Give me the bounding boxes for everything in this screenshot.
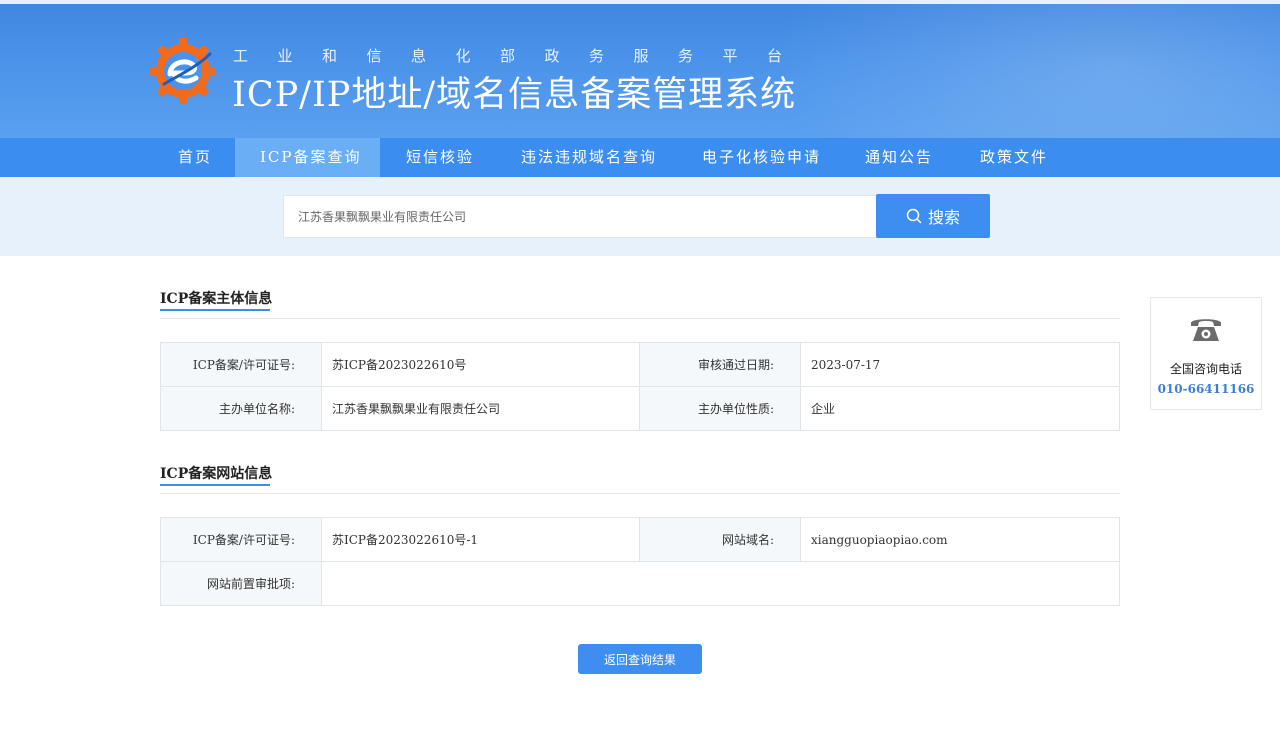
nav-item-home[interactable]: 首页 — [178, 138, 212, 177]
website-info-table: ICP备案/许可证号: 苏ICP备2023022610号-1 网站域名: xia… — [160, 517, 1120, 606]
license-number-value: 苏ICP备2023022610号 — [321, 342, 640, 387]
entity-info-table: ICP备案/许可证号: 苏ICP备2023022610号 审核通过日期: 202… — [160, 342, 1120, 431]
entity-section-title: ICP备案主体信息 — [160, 291, 273, 307]
search-input[interactable] — [283, 195, 877, 238]
organizer-type-label: 主办单位性质: — [639, 386, 801, 431]
table-row: 主办单位名称: 江苏香果飘飘果业有限责任公司 主办单位性质: 企业 — [160, 386, 1120, 431]
table-row: ICP备案/许可证号: 苏ICP备2023022610号 审核通过日期: 202… — [160, 342, 1120, 387]
website-section-divider — [160, 493, 1120, 494]
search-icon — [906, 208, 922, 224]
search-button-label: 搜索 — [927, 210, 960, 227]
entity-section-divider — [160, 318, 1120, 319]
header-banner: 工业和信息化部政务服务平台 ICP/IP地址/域名信息备案管理系统 — [0, 0, 1280, 138]
organizer-type-value: 企业 — [800, 386, 1120, 431]
telephone-icon — [1191, 319, 1221, 341]
nav-item-policy-docs[interactable]: 政策文件 — [980, 138, 1048, 177]
header-subtitle: 工业和信息化部政务服务平台 — [233, 47, 812, 65]
search-button[interactable]: 搜索 — [876, 194, 990, 238]
table-row: 网站前置审批项: — [160, 561, 1120, 606]
website-section-title: ICP备案网站信息 — [160, 466, 273, 482]
nav-item-notices[interactable]: 通知公告 — [865, 138, 933, 177]
site-domain-label: 网站域名: — [639, 517, 801, 562]
organizer-name-label: 主办单位名称: — [160, 386, 322, 431]
site-domain-value: xiangguopiaopiao.com — [800, 517, 1120, 562]
miit-logo-icon — [150, 38, 216, 104]
hotline-number: 010-66411166 — [1157, 382, 1255, 396]
return-to-results-button[interactable]: 返回查询结果 — [578, 644, 702, 674]
hotline-widget[interactable]: 全国咨询电话 010-66411166 — [1150, 297, 1262, 410]
hotline-label: 全国咨询电话 — [1169, 362, 1242, 376]
pre-approval-value — [321, 561, 1120, 606]
entity-section-underline — [160, 309, 270, 311]
page-title: ICP/IP地址/域名信息备案管理系统 — [232, 75, 797, 115]
website-section-underline — [160, 484, 270, 486]
license-number-label: ICP备案/许可证号: — [160, 342, 322, 387]
nav-item-icp-query[interactable]: ICP备案查询 — [235, 138, 380, 177]
nav-item-sms-verify[interactable]: 短信核验 — [406, 138, 474, 177]
approval-date-label: 审核通过日期: — [639, 342, 801, 387]
nav-item-electronic-verify[interactable]: 电子化核验申请 — [702, 138, 821, 177]
table-row: ICP备案/许可证号: 苏ICP备2023022610号-1 网站域名: xia… — [160, 517, 1120, 562]
site-license-number-label: ICP备案/许可证号: — [160, 517, 322, 562]
site-license-number-value: 苏ICP备2023022610号-1 — [321, 517, 640, 562]
approval-date-value: 2023-07-17 — [800, 342, 1120, 387]
pre-approval-label: 网站前置审批项: — [160, 561, 322, 606]
nav-item-illegal-domain-query[interactable]: 违法违规域名查询 — [521, 138, 657, 177]
main-nav: 首页 ICP备案查询 短信核验 违法违规域名查询 电子化核验申请 通知公告 政策… — [0, 138, 1280, 177]
organizer-name-value: 江苏香果飘飘果业有限责任公司 — [321, 386, 640, 431]
header-glow — [760, 0, 1280, 138]
